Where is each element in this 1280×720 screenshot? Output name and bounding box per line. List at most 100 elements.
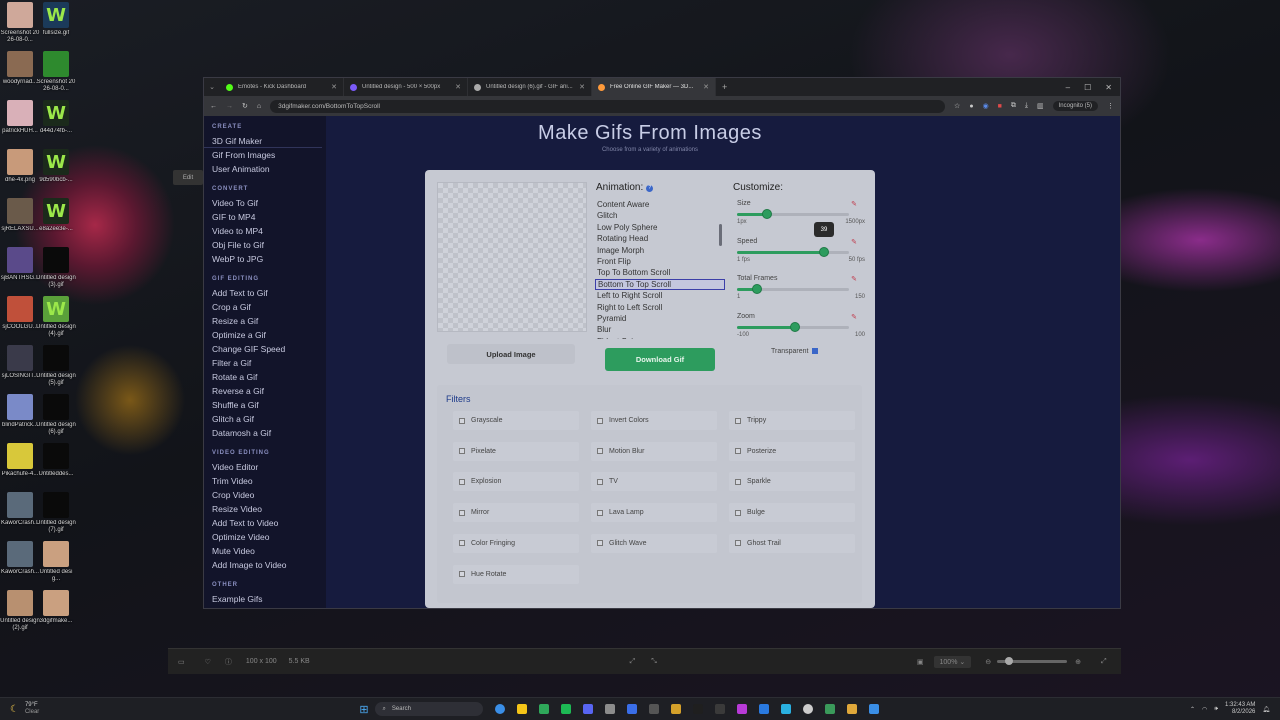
start-windows-icon[interactable]: ⊞ — [359, 703, 368, 716]
sidebar-link[interactable]: Video Editor — [204, 460, 326, 474]
sidebar-link[interactable]: GIF to MP4 — [204, 210, 326, 224]
sidebar-link[interactable]: Add Text to Video — [204, 516, 326, 530]
filter-checkbox[interactable] — [735, 509, 741, 516]
slider-track[interactable] — [737, 322, 849, 332]
taskbar-app-icon[interactable] — [516, 704, 527, 714]
animation-option[interactable]: Left to Right Scroll — [595, 290, 725, 301]
animation-option[interactable]: Rotating Head — [595, 233, 725, 244]
extension-icon[interactable]: ● — [969, 103, 973, 110]
sidebar-link[interactable]: Datamosh a Gif — [204, 426, 326, 440]
sidebar-link[interactable]: Optimize a Gif — [204, 328, 326, 342]
desktop-icon[interactable]: sjLOSINGIT... — [0, 345, 40, 387]
sidebar-link[interactable]: Rotate a Gif — [204, 370, 326, 384]
filter-checkbox[interactable] — [459, 509, 465, 516]
animation-option[interactable]: Bottom To Top Scroll — [595, 278, 725, 291]
filter-option[interactable]: TV — [591, 472, 717, 492]
filter-checkbox[interactable] — [735, 478, 741, 485]
taskbar-app-icon[interactable] — [538, 704, 549, 714]
maximize-icon[interactable]: ☐ — [1084, 83, 1091, 92]
filter-checkbox[interactable] — [597, 417, 603, 424]
sidebar-link[interactable]: Optimize Video — [204, 530, 326, 544]
weather-widget[interactable]: 79°F Clear — [25, 702, 39, 716]
browser-tab[interactable]: Emotes - Kick Dashboard ✕ — [220, 78, 344, 96]
sidebar-link[interactable]: Glitch a Gif — [204, 412, 326, 426]
download-icon[interactable]: ⤓ — [1025, 102, 1028, 110]
filter-checkbox[interactable] — [735, 417, 741, 424]
desktop-icon[interactable]: W Untitled design (4).gif — [36, 296, 76, 338]
desktop-icon[interactable]: Wd44d74fb-... — [36, 100, 76, 142]
incognito-badge[interactable]: Incognito (5) — [1052, 101, 1098, 111]
taskbar-app-icon[interactable] — [780, 704, 791, 714]
desktop-icon[interactable]: Untitleddes... — [36, 443, 76, 485]
sidebar-link[interactable]: 3D Gif Maker — [204, 134, 322, 148]
sidebar-link[interactable]: Video to MP4 — [204, 224, 326, 238]
animation-option[interactable]: Pyramid — [595, 313, 725, 324]
filter-option[interactable]: Trippy — [729, 411, 855, 430]
upload-image-button[interactable]: Upload Image — [447, 344, 575, 364]
sidebar-link[interactable]: Mute Video — [204, 544, 326, 558]
forward-icon[interactable]: → — [226, 103, 233, 110]
sidebar-link[interactable]: Gif From Images — [204, 148, 326, 162]
slider-track[interactable] — [737, 284, 849, 294]
desktop-icon[interactable]: Untitled design (2).gif — [0, 590, 40, 632]
sidebar-link[interactable]: Resize a Gif — [204, 314, 326, 328]
desktop-icon[interactable]: 3dgifmake... — [36, 590, 76, 632]
desktop-icon[interactable]: Screenshot 2026-08-0... — [0, 2, 40, 44]
sidebar-link[interactable]: Video To Gif — [204, 196, 326, 210]
taskbar-app-icon[interactable] — [582, 704, 593, 714]
filter-checkbox[interactable] — [597, 448, 603, 455]
taskbar-app-icon[interactable] — [692, 704, 703, 714]
sidebar-link[interactable]: Reverse a Gif — [204, 384, 326, 398]
filter-checkbox[interactable] — [459, 417, 465, 424]
slider-track[interactable] — [737, 247, 849, 257]
back-icon[interactable]: ← — [210, 103, 217, 110]
sidebar-link[interactable]: Add Image to Video — [204, 558, 326, 572]
extension-icon[interactable]: ■ — [998, 103, 1002, 110]
image-preview[interactable] — [437, 182, 587, 332]
desktop-icon[interactable]: patrickHUH... — [0, 100, 40, 142]
reset-pencil-icon[interactable]: ✎ — [851, 200, 857, 208]
animation-option[interactable]: Image Morph — [595, 245, 725, 256]
expand-icon[interactable]: ⤢ — [1101, 658, 1107, 666]
new-tab-button[interactable]: + — [722, 82, 727, 92]
zoom-select[interactable]: 100% ⌄ — [933, 655, 972, 668]
filter-option[interactable]: Ghost Trail — [729, 533, 855, 553]
zoom-out-icon[interactable]: ⊖ — [985, 658, 991, 666]
slider-handle[interactable] — [762, 209, 773, 219]
taskbar-app-icon[interactable] — [494, 704, 505, 714]
desktop-icon[interactable]: woodyrnad... — [0, 51, 40, 93]
info-circle-icon[interactable]: ⓘ — [225, 657, 232, 667]
browser-tab[interactable]: Untitled design (6).gif - GIF ani... ✕ — [468, 78, 592, 96]
desktop-icon[interactable]: sjCOOLGU... — [0, 296, 40, 338]
animation-option[interactable]: Glitch — [595, 210, 725, 221]
zoom-in-icon[interactable]: ⊕ — [1075, 658, 1081, 666]
transparent-checkbox[interactable] — [812, 348, 819, 354]
browser-tab[interactable]: Free Online GIF Maker — 3D... ✕ — [592, 78, 716, 96]
taskbar-app-icon[interactable] — [846, 704, 857, 714]
reload-icon[interactable]: ↻ — [242, 102, 248, 110]
split-view-icon[interactable]: ▥ — [1037, 102, 1044, 110]
transparent-option[interactable]: Transparent — [771, 348, 819, 355]
taskbar-app-icon[interactable] — [714, 704, 725, 714]
animation-list[interactable]: Content Aware Glitch Low Poly Sphere Rotati… — [595, 195, 725, 339]
clock[interactable]: 1:32:43 AM 8/2/2026 — [1225, 702, 1255, 716]
taskbar-app-icon[interactable] — [670, 704, 681, 714]
desktop-icon[interactable]: Screenshot 2026-08-0... — [36, 51, 76, 93]
animation-option[interactable]: Front Flip — [595, 256, 725, 267]
filter-option[interactable]: Sparkle — [729, 472, 855, 492]
menu-icon[interactable]: ⋮ — [1107, 102, 1114, 110]
sidebar-link[interactable]: Trim Video — [204, 474, 326, 488]
bookmark-star-icon[interactable]: ☆ — [954, 102, 960, 110]
info-icon[interactable]: ? — [646, 185, 654, 192]
taskbar-app-icon[interactable] — [736, 704, 747, 714]
desktop-icon[interactable]: We8a2ee3e-... — [36, 198, 76, 240]
filter-checkbox[interactable] — [597, 509, 603, 516]
extensions-puzzle-icon[interactable]: ⧉ — [1011, 102, 1016, 110]
animation-option[interactable]: Fidget Spinner — [595, 336, 725, 339]
wifi-icon[interactable]: ◠ — [1202, 706, 1207, 713]
filter-option[interactable]: Color Fringing — [453, 533, 579, 553]
filter-checkbox[interactable] — [459, 478, 465, 485]
screen-icon[interactable]: ▣ — [917, 658, 924, 666]
tab-close-icon[interactable]: ✕ — [455, 83, 461, 91]
desktop-icon[interactable]: Untitled desig... — [36, 541, 76, 583]
